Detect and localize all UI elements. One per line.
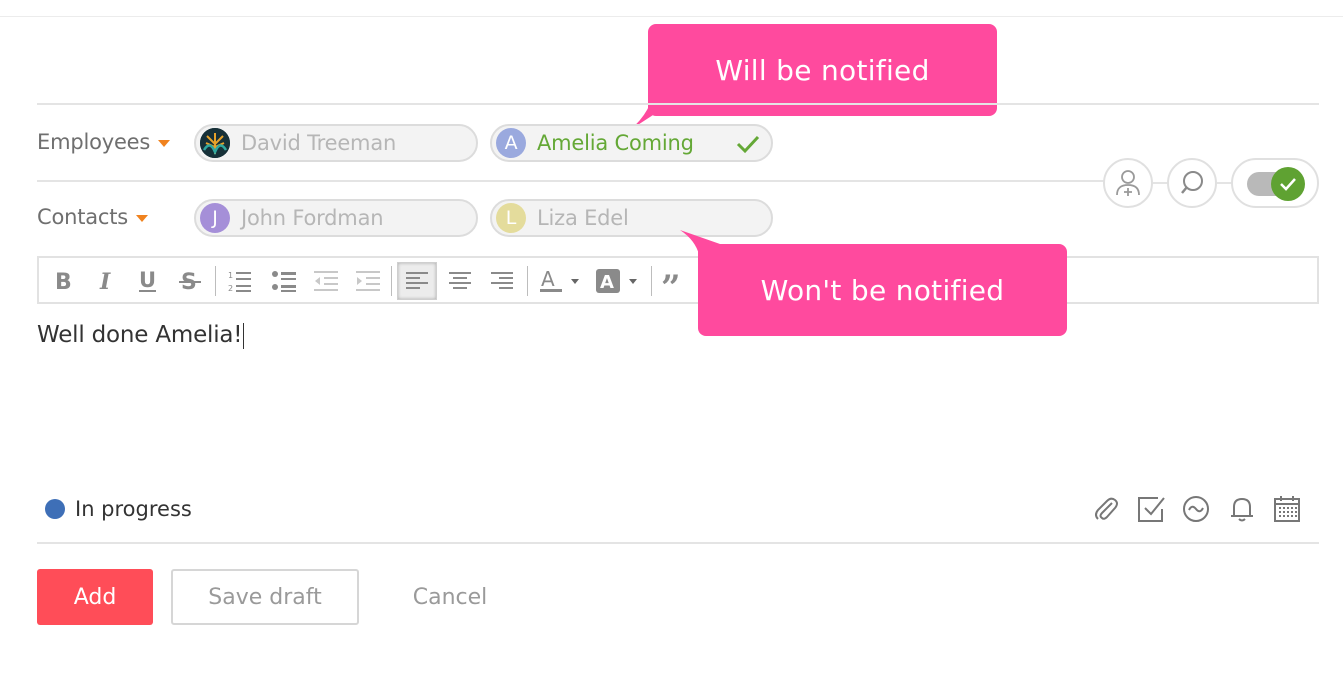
checkbox-icon — [1138, 497, 1165, 522]
svg-text:U: U — [139, 268, 156, 292]
contact-chip-liza[interactable]: L Liza Edel — [490, 199, 773, 237]
tooltip-will-be-notified-text: Will be notified — [715, 53, 930, 87]
italic-icon: I — [99, 269, 111, 293]
bell-icon — [1231, 497, 1253, 522]
outdent-button[interactable] — [311, 262, 341, 300]
status-label: In progress — [75, 497, 192, 521]
mood-button[interactable] — [1181, 494, 1211, 524]
avatar: J — [200, 203, 230, 233]
italic-button[interactable]: I — [91, 262, 121, 300]
add-user-icon — [1116, 170, 1140, 196]
quote-icon: ” — [661, 269, 681, 293]
tooltip-wont-be-notified-text: Won't be notified — [760, 273, 1005, 307]
comment-editor[interactable]: Well done Amelia! — [37, 322, 245, 349]
contacts-dropdown[interactable]: Contacts — [37, 205, 149, 229]
strikethrough-button[interactable]: S — [175, 262, 205, 300]
bullet-list-icon — [272, 271, 296, 292]
avatar: A — [496, 128, 526, 158]
quote-button[interactable]: ” — [659, 262, 693, 300]
notify-toggle[interactable] — [1231, 158, 1319, 208]
ordered-list-button[interactable]: 12 — [225, 262, 255, 300]
calendar-button[interactable] — [1272, 494, 1302, 524]
avatar-image-icon — [200, 128, 230, 158]
search-button[interactable] — [1167, 158, 1217, 208]
connector — [1153, 182, 1168, 184]
add-participant-button[interactable] — [1103, 158, 1153, 208]
align-left-button[interactable] — [397, 262, 437, 300]
align-center-icon — [449, 272, 471, 289]
tooltip-wont-be-notified: Won't be notified — [698, 244, 1067, 336]
search-icon — [1181, 171, 1203, 194]
bold-button[interactable]: B — [49, 262, 79, 300]
text-color-icon: A — [540, 268, 579, 292]
bullet-list-button[interactable] — [269, 262, 299, 300]
bold-icon: B — [55, 270, 72, 293]
chip-name: David Treeman — [241, 131, 397, 155]
paperclip-icon — [1095, 497, 1118, 520]
align-left-icon — [406, 272, 428, 289]
strikethrough-icon: S — [179, 270, 201, 293]
svg-text:A: A — [541, 268, 555, 291]
check-icon — [1280, 178, 1296, 191]
toolbar-separator — [527, 266, 528, 296]
highlight-color-icon: A — [596, 269, 637, 293]
text-cursor — [243, 322, 245, 349]
align-center-button[interactable] — [445, 262, 475, 300]
avatar — [200, 128, 230, 158]
caret-down-icon — [136, 214, 149, 222]
svg-text:I: I — [99, 269, 111, 293]
indent-button[interactable] — [353, 262, 383, 300]
calendar-icon — [1274, 496, 1300, 522]
chip-name: Amelia Coming — [537, 131, 694, 155]
task-button[interactable] — [1136, 494, 1166, 524]
svg-text:”: ” — [661, 269, 681, 293]
check-icon — [736, 135, 760, 154]
contacts-label: Contacts — [37, 205, 129, 229]
text-color-button[interactable]: A — [537, 262, 585, 300]
employee-chip-amelia[interactable]: A Amelia Coming — [490, 124, 773, 162]
divider-employees-top — [37, 103, 1319, 105]
add-button[interactable]: Add — [37, 569, 153, 625]
employees-label: Employees — [37, 130, 151, 154]
outdent-icon — [314, 271, 338, 291]
wave-icon — [1183, 496, 1209, 522]
attach-button[interactable] — [1091, 494, 1121, 524]
caret-down-icon — [158, 139, 171, 147]
underline-button[interactable]: U — [133, 262, 163, 300]
chip-name: John Fordman — [241, 206, 384, 230]
top-divider — [0, 16, 1343, 17]
ordered-list-icon: 12 — [228, 271, 251, 293]
status-selector[interactable]: In progress — [45, 497, 192, 521]
employee-chip-david[interactable]: David Treeman — [194, 124, 478, 162]
comment-form: Will be notified Employees David Treeman… — [0, 0, 1343, 676]
connector — [1217, 182, 1232, 184]
contact-chip-john[interactable]: J John Fordman — [194, 199, 478, 237]
svg-text:2: 2 — [228, 284, 233, 293]
highlight-color-button[interactable]: A — [593, 262, 643, 300]
toolbar-separator — [215, 266, 216, 296]
toggle-knob — [1271, 167, 1305, 201]
indent-icon — [356, 271, 380, 291]
employees-dropdown[interactable]: Employees — [37, 130, 171, 154]
editor-toolbar: B I U S 12 A A ” — [37, 256, 1319, 304]
divider-contacts-top — [37, 180, 1117, 182]
svg-text:1: 1 — [228, 271, 233, 280]
toolbar-separator — [391, 266, 392, 296]
align-right-icon — [491, 272, 513, 289]
editor-content: Well done Amelia! — [37, 322, 243, 348]
avatar: L — [496, 203, 526, 233]
chip-name: Liza Edel — [537, 206, 629, 230]
status-dot — [45, 499, 65, 519]
svg-text:B: B — [55, 270, 72, 293]
save-draft-button[interactable]: Save draft — [171, 569, 359, 625]
underline-icon: U — [139, 268, 156, 292]
toolbar-separator — [651, 266, 652, 296]
svg-text:A: A — [600, 272, 614, 293]
cancel-button[interactable]: Cancel — [395, 569, 505, 625]
align-right-button[interactable] — [487, 262, 517, 300]
reminder-button[interactable] — [1227, 494, 1257, 524]
divider-footer — [37, 542, 1319, 544]
